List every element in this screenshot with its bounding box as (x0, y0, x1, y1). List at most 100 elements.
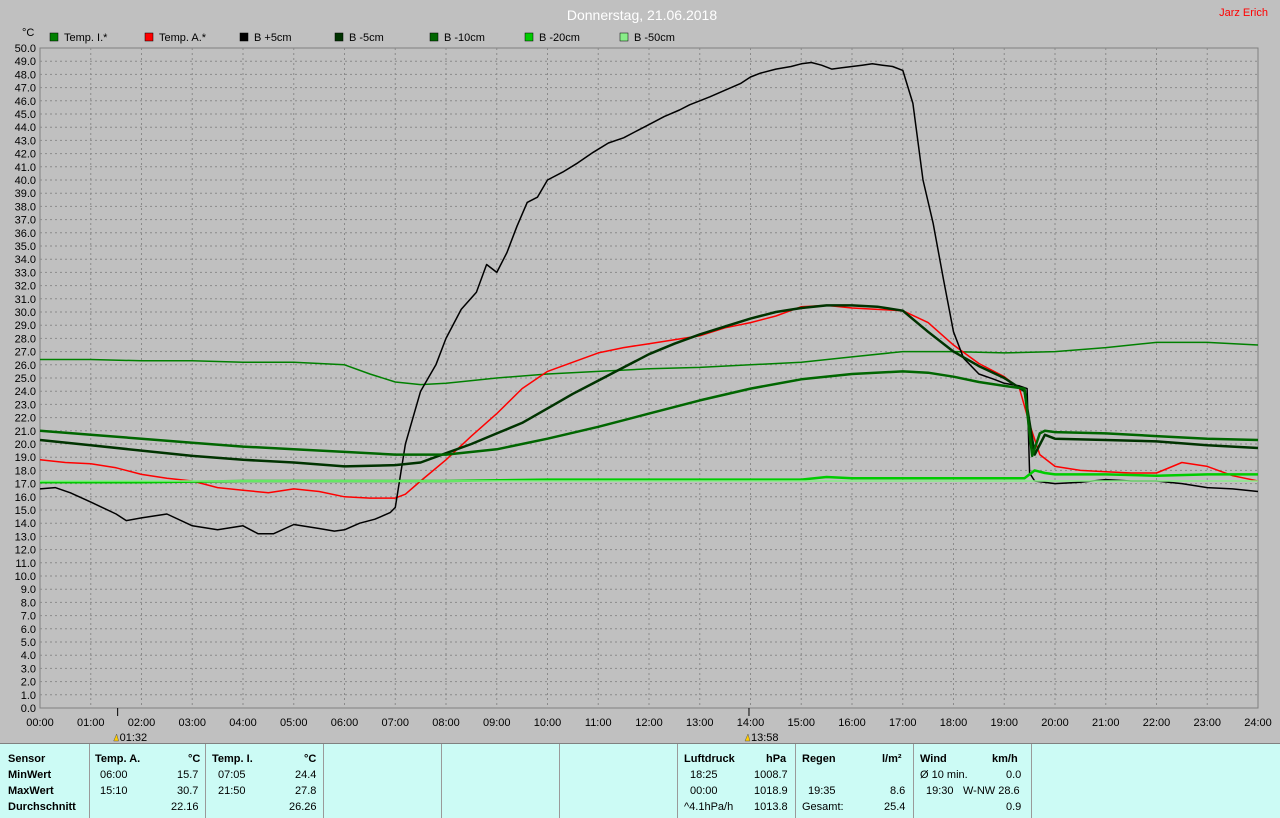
chart-title: Donnerstag, 21.06.2018 (567, 7, 717, 23)
y-tick-label: 50.0 (15, 43, 36, 55)
rain-header: Regen (802, 753, 836, 765)
x-tick-label: 11:00 (585, 717, 612, 729)
x-tick-label: 07:00 (381, 717, 409, 729)
y-axis: 0.01.02.0 3.04.05.06.07.0 8.09.010.011.012… (15, 43, 36, 715)
temp-i-average: 26.26 (289, 801, 317, 813)
empty-column-1 (324, 744, 442, 818)
y-tick-label: 49.0 (15, 56, 36, 68)
y-tick-label: 25.0 (15, 373, 36, 385)
y-tick-label: 42.0 (15, 149, 36, 161)
x-tick-label: 03:00 (178, 717, 206, 729)
x-tick-label: 10:00 (534, 717, 562, 729)
x-tick-label: 06:00 (331, 717, 359, 729)
y-tick-label: 39.0 (15, 188, 36, 200)
wind-avg-label: Ø 10 min. (920, 769, 968, 781)
y-tick-label: 32.0 (15, 281, 36, 293)
wind-third-value: 0.9 (1006, 801, 1022, 813)
y-tick-label: 18.0 (15, 465, 36, 477)
x-tick-label: 13:00 (686, 717, 714, 729)
legend-label: B +5cm (254, 32, 292, 44)
y-tick-label: 10.0 (15, 571, 36, 583)
y-tick-label: 16.0 (15, 492, 36, 504)
y-tick-label: 35.0 (15, 241, 36, 253)
y-tick-label: 41.0 (15, 162, 36, 174)
y-tick-label: 14.0 (15, 518, 36, 530)
pressure-min-value: 1008.7 (754, 769, 788, 781)
rain-unit: l/m² (882, 753, 902, 765)
x-tick-label: 19:00 (990, 717, 1018, 729)
y-tick-label: 5.0 (21, 637, 36, 649)
rain-total-label: Gesamt: (802, 801, 844, 813)
wind-header: Wind (920, 753, 947, 765)
y-tick-label: 30.0 (15, 307, 36, 319)
temp-i-max-time: 21:50 (218, 785, 246, 797)
x-tick-label: 02:00 (128, 717, 156, 729)
temp-a-min-value: 15.7 (177, 769, 199, 781)
y-tick-label: 1.0 (21, 690, 36, 702)
y-tick-label: 36.0 (15, 228, 36, 240)
x-tick-label: 08:00 (432, 717, 460, 729)
y-tick-label: 11.0 (15, 558, 36, 570)
pressure-min-time: 18:25 (690, 769, 718, 781)
y-tick-label: 44.0 (15, 122, 36, 134)
y-tick-label: 15.0 (15, 505, 36, 517)
pressure-max-time: 00:00 (690, 785, 718, 797)
y-tick-label: 31.0 (15, 294, 36, 306)
y-tick-label: 17.0 (15, 479, 36, 491)
temp-i-max-value: 27.8 (295, 785, 317, 797)
marker-label: 01:32 (120, 732, 148, 743)
y-tick-label: 38.0 (15, 201, 36, 213)
y-tick-label: 0.0 (21, 703, 36, 715)
legend-swatch (619, 32, 629, 42)
legend: Temp. I.* Temp. A.* B +5cm B -5cm B -10cm B -… (49, 32, 675, 44)
temp-a-unit: °C (188, 753, 201, 765)
legend-swatch (334, 32, 344, 42)
y-tick-label: 22.0 (15, 413, 36, 425)
empty-column-2 (442, 744, 560, 818)
y-tick-label: 33.0 (15, 267, 36, 279)
sensor-column: Sensor MinWert MaxWert Durchschnitt (0, 744, 90, 818)
temperature-chart: Donnerstag, 21.06.2018 Jarz Erich °C Tem… (15, 7, 1272, 743)
y-tick-label: 2.0 (21, 677, 36, 689)
y-tick-label: 13.0 (15, 531, 36, 543)
rain-total-value: 25.4 (884, 801, 906, 813)
x-tick-label: 23:00 (1193, 717, 1221, 729)
rain-column: Regen l/m² 19:35 8.6 Gesamt: 25.4 (796, 744, 914, 818)
wind-max-value: W-NW 28.6 (963, 785, 1020, 797)
x-tick-label: 01:00 (77, 717, 105, 729)
y-tick-label: 46.0 (15, 96, 36, 108)
sensor-header: Sensor (8, 753, 46, 765)
pressure-trend: ^4.1hPa/h (684, 801, 734, 813)
legend-label: B -50cm (634, 32, 675, 44)
x-tick-label: 12:00 (635, 717, 663, 729)
wind-avg-value: 0.0 (1006, 769, 1022, 781)
legend-swatch (239, 32, 249, 42)
min-label: MinWert (8, 769, 52, 781)
sun-icon (744, 733, 751, 742)
temp-a-max-time: 15:10 (100, 785, 128, 797)
legend-label: B -5cm (349, 32, 384, 44)
y-tick-label: 9.0 (21, 584, 36, 596)
y-tick-label: 37.0 (15, 215, 36, 227)
x-tick-label: 17:00 (889, 717, 917, 729)
y-tick-label: 43.0 (15, 135, 36, 147)
temp-a-column: Temp. A. °C 06:00 15.7 15:10 30.7 22.16 (90, 744, 206, 818)
pressure-header: Luftdruck (684, 753, 735, 765)
y-tick-label: 19.0 (15, 452, 36, 464)
legend-swatch (429, 32, 439, 42)
temp-i-header: Temp. I. (212, 753, 253, 765)
x-tick-label: 24:00 (1244, 717, 1272, 729)
y-tick-label: 4.0 (21, 650, 36, 662)
author-label: Jarz Erich (1219, 7, 1268, 19)
y-tick-label: 23.0 (15, 399, 36, 411)
temp-i-min-time: 07:05 (218, 769, 246, 781)
avg-label: Durchschnitt (8, 801, 76, 813)
temp-i-min-value: 24.4 (295, 769, 317, 781)
y-tick-label: 48.0 (15, 69, 36, 81)
x-tick-label: 09:00 (483, 717, 511, 729)
y-tick-label: 3.0 (21, 663, 36, 675)
y-tick-label: 47.0 (15, 83, 36, 95)
statistics-panel: Sensor MinWert MaxWert Durchschnitt Temp… (0, 743, 1280, 818)
y-axis-unit: °C (22, 27, 34, 39)
pressure-max-value: 1018.9 (754, 785, 788, 797)
